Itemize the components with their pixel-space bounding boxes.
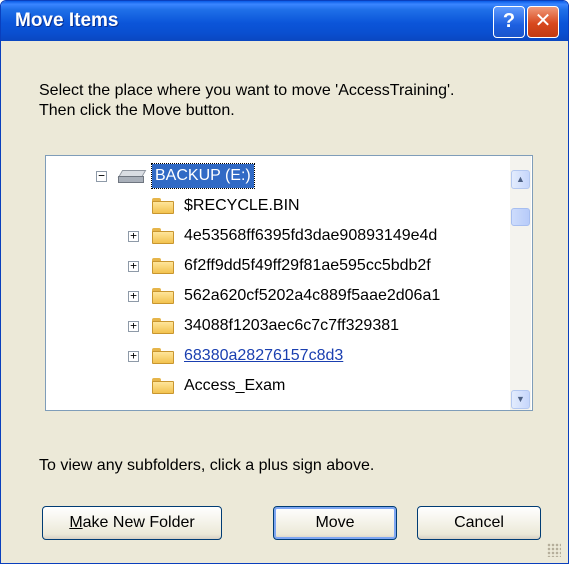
folder-icon <box>152 348 174 364</box>
subfolder-hint: To view any subfolders, click a plus sig… <box>39 457 375 474</box>
expand-expander[interactable]: + <box>128 260 139 272</box>
tree-root-row[interactable]: − BACKUP (E:) <box>46 163 510 189</box>
title-bar[interactable]: Move Items ? ✕ <box>1 1 568 41</box>
folder-icon <box>152 198 174 214</box>
folder-icon <box>152 258 174 274</box>
make-new-folder-button[interactable]: Make New Folder <box>42 506 222 540</box>
resize-grip-icon[interactable] <box>547 543 561 557</box>
collapse-expander[interactable]: − <box>96 170 107 182</box>
tree-item-label[interactable]: 4e53568ff6395fd3dae90893149e4d <box>184 224 437 248</box>
tree-item-label[interactable]: 562a620cf5202a4c889f5aae2d06a1 <box>184 284 440 308</box>
tree-item-label[interactable]: 6f2ff9dd5f49ff29f81ae595cc5bdb2f <box>184 254 431 278</box>
tree-item[interactable]: + 6f2ff9dd5f49ff29f81ae595cc5bdb2f <box>46 254 510 278</box>
scroll-thumb[interactable] <box>511 208 530 226</box>
move-button[interactable]: Move <box>273 506 397 540</box>
folder-icon <box>152 378 174 394</box>
tree-item[interactable]: + 4e53568ff6395fd3dae90893149e4d <box>46 224 510 248</box>
instructions-text: Select the place where you want to move … <box>39 81 549 121</box>
tree-item-label[interactable]: Access_Exam <box>184 374 285 398</box>
tree-item-label[interactable]: 34088f1203aec6c7c7ff329381 <box>184 314 399 338</box>
move-items-dialog: Move Items ? ✕ Select the place where yo… <box>0 0 569 564</box>
expand-expander[interactable]: + <box>128 320 139 332</box>
tree-item[interactable]: $RECYCLE.BIN <box>46 194 510 218</box>
help-button[interactable]: ? <box>493 6 525 38</box>
button-mnemonic: M <box>69 514 83 531</box>
tree-item[interactable]: + 34088f1203aec6c7c7ff329381 <box>46 314 510 338</box>
cancel-button[interactable]: Cancel <box>417 506 541 540</box>
button-label-rest: ake New Folder <box>82 514 195 531</box>
folder-icon <box>152 318 174 334</box>
tree-item-label-hovered[interactable]: 68380a28276157c8d3 <box>184 344 343 368</box>
vertical-scrollbar[interactable]: ▲ ▼ <box>510 156 531 410</box>
tree-item[interactable]: + 562a620cf5202a4c889f5aae2d06a1 <box>46 284 510 308</box>
instructions-line-2: Then click the Move button. <box>39 102 235 119</box>
expand-expander[interactable]: + <box>128 290 139 302</box>
tree-viewport: − BACKUP (E:) $RECYCLE.BIN + 4e53568ff63… <box>46 156 510 410</box>
scroll-down-button[interactable]: ▼ <box>511 390 530 409</box>
tree-item-label[interactable]: $RECYCLE.BIN <box>184 194 300 218</box>
folder-icon <box>152 288 174 304</box>
folder-icon <box>152 228 174 244</box>
drive-icon <box>117 170 147 183</box>
tree-item[interactable]: + 68380a28276157c8d3 <box>46 344 510 368</box>
dialog-title: Move Items <box>15 10 119 31</box>
instructions-line-1: Select the place where you want to move … <box>39 82 455 99</box>
tree-item[interactable]: Access_Exam <box>46 374 510 398</box>
close-button[interactable]: ✕ <box>527 6 559 38</box>
expand-expander[interactable]: + <box>128 350 139 362</box>
folder-tree[interactable]: − BACKUP (E:) $RECYCLE.BIN + 4e53568ff63… <box>45 155 533 411</box>
expand-expander[interactable]: + <box>128 230 139 242</box>
scroll-up-button[interactable]: ▲ <box>511 170 530 189</box>
tree-root-label[interactable]: BACKUP (E:) <box>151 163 255 189</box>
